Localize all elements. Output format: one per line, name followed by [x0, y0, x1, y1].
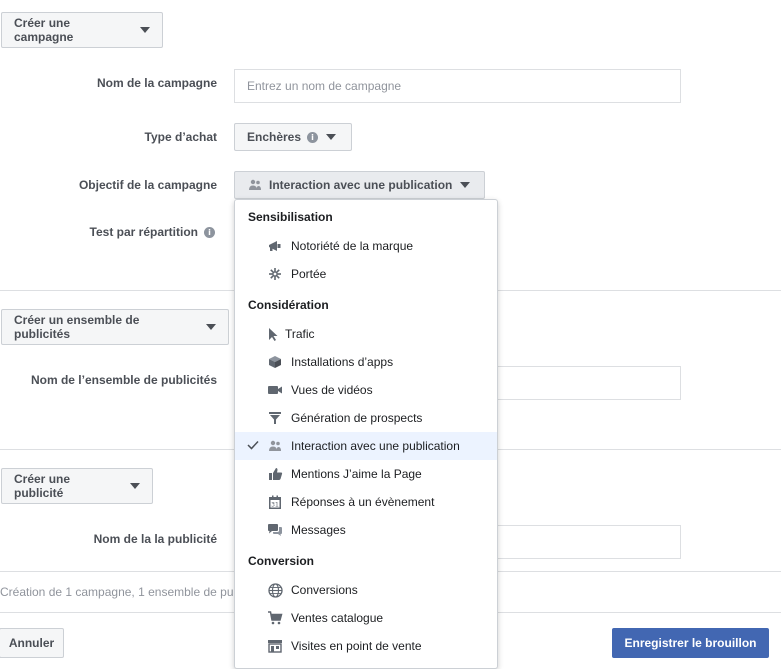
menu-item-video-views[interactable]: Vues de vidéos: [235, 376, 497, 404]
creation-summary: Création de 1 campagne, 1 ensemble de pu: [0, 585, 234, 599]
menu-group-header: Considération: [248, 298, 329, 312]
split-test-label-row: Test par répartition i: [90, 225, 215, 239]
video-camera-icon: [267, 382, 283, 398]
checkmark-icon: [247, 439, 259, 453]
menu-item-lead-generation[interactable]: Génération de prospects: [235, 404, 497, 432]
cart-icon: [267, 610, 283, 626]
save-draft-button[interactable]: Enregistrer le brouillon: [612, 628, 769, 658]
menu-item-store-visits[interactable]: Visites en point de vente: [235, 632, 497, 660]
objective-select[interactable]: Interaction avec une publication: [234, 171, 485, 199]
create-ad-button[interactable]: Créer une publicité: [1, 468, 153, 504]
split-test-label: Test par répartition: [89, 225, 198, 239]
globe-icon: [267, 582, 283, 598]
menu-item-event-responses[interactable]: 31 Réponses à un évènement: [235, 488, 497, 516]
buy-type-label: Type d’achat: [144, 130, 217, 144]
menu-item-reach[interactable]: Portée: [235, 260, 497, 288]
menu-item-label: Vues de vidéos: [291, 383, 373, 397]
people-icon: [247, 177, 263, 193]
info-icon[interactable]: i: [204, 226, 215, 238]
menu-item-label: Ventes catalogue: [291, 611, 384, 625]
menu-item-label: Conversions: [291, 583, 358, 597]
objective-dropdown-menu: Sensibilisation Notoriété de la marque P…: [234, 199, 498, 669]
funnel-icon: [267, 410, 283, 426]
menu-group-header: Sensibilisation: [248, 210, 333, 224]
create-adset-label: Créer un ensemble de publicités: [14, 313, 140, 341]
adset-name-label: Nom de l’ensemble de publicités: [30, 373, 217, 387]
campaign-name-input[interactable]: [234, 69, 681, 103]
caret-down-icon: [140, 27, 150, 33]
cursor-icon: [265, 326, 281, 342]
caret-down-icon: [460, 182, 471, 188]
objective-value: Interaction avec une publication: [269, 178, 453, 192]
caret-down-icon: [206, 324, 216, 330]
reach-icon: [267, 266, 283, 282]
menu-item-label: Visites en point de vente: [291, 639, 422, 653]
create-ad-label: Créer une publicité: [14, 472, 71, 500]
buy-type-select[interactable]: Enchères i: [234, 123, 352, 151]
menu-item-page-likes[interactable]: Mentions J’aime la Page: [235, 460, 497, 488]
menu-item-app-installs[interactable]: Installations d’apps: [235, 348, 497, 376]
objective-label: Objectif de la campagne: [78, 178, 217, 192]
create-campaign-button[interactable]: Créer une campagne: [1, 12, 163, 48]
buy-type-value: Enchères: [247, 130, 302, 144]
menu-item-messages[interactable]: Messages: [235, 516, 497, 544]
create-adset-button[interactable]: Créer un ensemble de publicités: [1, 309, 229, 345]
menu-item-label: Messages: [291, 523, 346, 537]
calendar-icon: 31: [267, 494, 283, 510]
menu-item-label: Installations d’apps: [291, 355, 394, 369]
caret-down-icon: [326, 134, 337, 140]
menu-item-label: Interaction avec une publication: [291, 439, 460, 453]
menu-item-label: Portée: [291, 267, 327, 281]
people-icon: [267, 438, 283, 454]
svg-text:31: 31: [271, 501, 279, 508]
menu-item-label: Notoriété de la marque: [291, 239, 414, 253]
menu-item-post-engagement[interactable]: Interaction avec une publication: [235, 432, 497, 460]
menu-item-label: Génération de prospects: [291, 411, 423, 425]
store-icon: [267, 638, 283, 654]
box-icon: [267, 354, 283, 370]
megaphone-icon: [267, 238, 283, 254]
caret-down-icon: [130, 483, 140, 489]
campaign-name-label: Nom de la campagne: [96, 76, 217, 90]
ad-name-label: Nom de la la publicité: [93, 532, 217, 546]
menu-item-catalog-sales[interactable]: Ventes catalogue: [235, 604, 497, 632]
menu-group-header: Conversion: [248, 554, 315, 568]
menu-item-traffic[interactable]: Trafic: [235, 320, 497, 348]
create-campaign-label: Créer une campagne: [14, 16, 74, 44]
menu-item-label: Réponses à un évènement: [291, 495, 435, 509]
info-icon[interactable]: i: [307, 131, 319, 143]
thumbs-up-icon: [267, 466, 283, 482]
menu-item-brand-awareness[interactable]: Notoriété de la marque: [235, 232, 497, 260]
menu-item-conversions[interactable]: Conversions: [235, 576, 497, 604]
cancel-label: Annuler: [8, 636, 55, 650]
menu-item-label: Mentions J’aime la Page: [291, 467, 422, 481]
save-draft-label: Enregistrer le brouillon: [624, 636, 757, 650]
cancel-button[interactable]: Annuler: [0, 628, 64, 658]
menu-item-label: Trafic: [285, 327, 315, 341]
chat-icon: [267, 522, 283, 538]
